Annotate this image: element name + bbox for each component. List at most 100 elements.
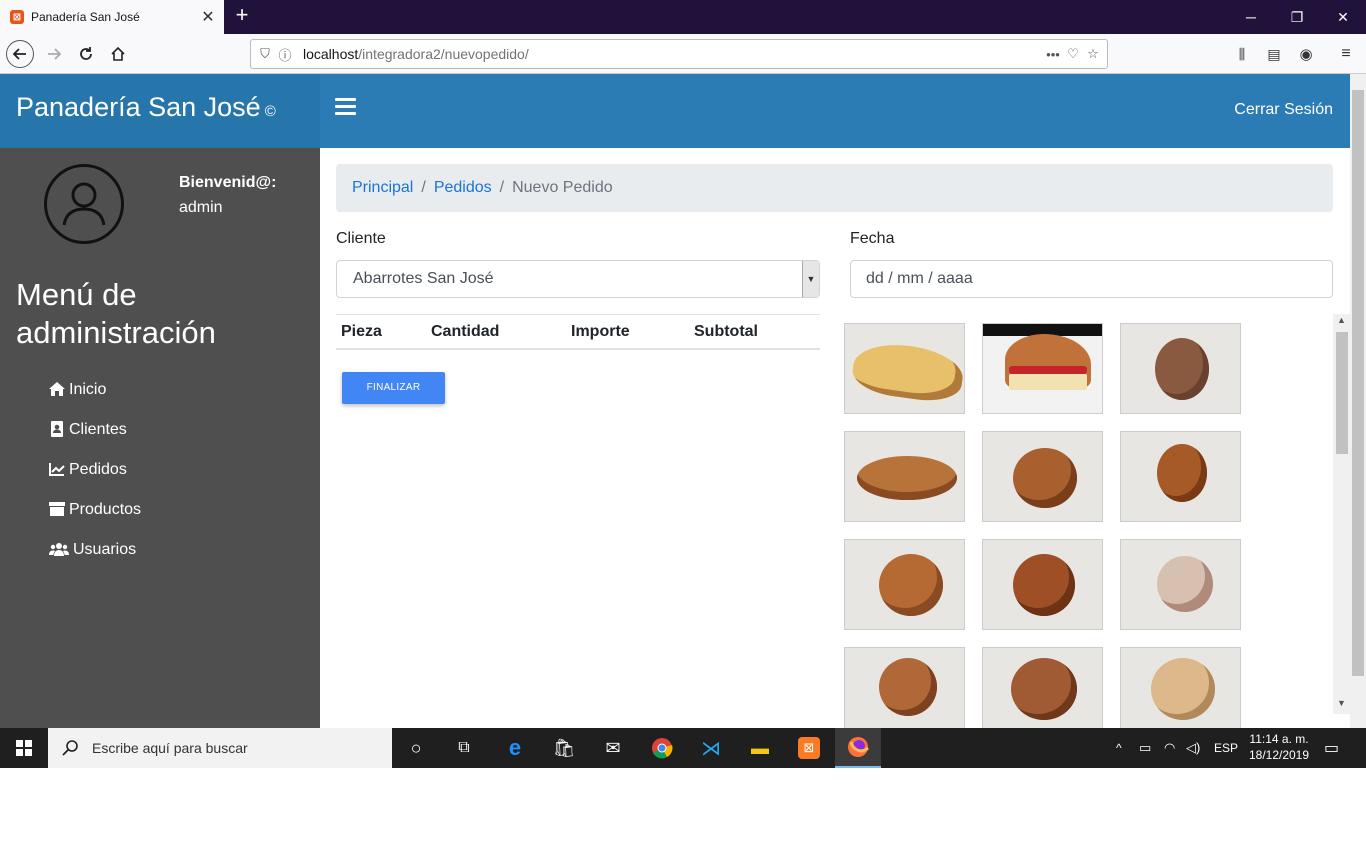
breadcrumb-principal[interactable]: Principal <box>352 179 413 197</box>
file-explorer-icon[interactable]: ▬ <box>746 734 774 762</box>
home-icon <box>48 381 66 399</box>
forward-button[interactable] <box>40 40 68 68</box>
language-indicator[interactable]: ESP <box>1214 728 1238 768</box>
breadcrumb: Principal / Pedidos / Nuevo Pedido <box>336 164 1333 212</box>
home-icon <box>111 46 125 61</box>
url-bar[interactable]: ⛉ ⓘ localhost/integradora2/nuevopedido/ … <box>250 39 1108 69</box>
product-image[interactable] <box>844 539 965 630</box>
chevron-down-icon[interactable]: ▼ <box>802 261 819 297</box>
sidebar-item-inicio[interactable]: Inicio <box>48 370 141 410</box>
address-book-icon <box>48 420 66 440</box>
xampp-icon[interactable]: ⊠ <box>795 734 823 762</box>
menu-icon[interactable]: ≡ <box>1332 40 1360 68</box>
order-table: Pieza Cantidad Importe Subtotal <box>336 314 820 350</box>
finalize-button[interactable]: FINALIZAR <box>342 372 445 404</box>
more-actions-icon[interactable]: ••• <box>1043 47 1063 62</box>
scroll-up-icon[interactable]: ▲ <box>1333 315 1350 331</box>
sidebar-item-clientes[interactable]: Clientes <box>48 410 141 450</box>
gallery-scrollbar-thumb[interactable] <box>1336 332 1348 454</box>
client-select[interactable]: Abarrotes San José ▼ <box>336 260 820 298</box>
vscode-icon[interactable]: ⋊ <box>697 734 725 762</box>
product-image[interactable] <box>982 323 1103 414</box>
close-window-button[interactable]: ✕ <box>1320 0 1366 34</box>
sidebar-item-productos[interactable]: Productos <box>48 490 141 530</box>
product-image[interactable] <box>1120 539 1241 630</box>
xampp-favicon-icon: ⊠ <box>10 10 24 24</box>
sidebar-item-label: Usuarios <box>73 541 137 558</box>
product-image[interactable] <box>844 431 965 522</box>
sidebar-item-usuarios[interactable]: Usuarios <box>48 530 141 570</box>
cortana-icon[interactable]: ○ <box>402 734 430 762</box>
brand[interactable]: Panadería San José © <box>0 74 320 148</box>
hamburger-menu-icon[interactable] <box>335 98 356 116</box>
tab-title: Panadería San José <box>31 10 140 24</box>
column-header-cantidad: Cantidad <box>431 323 500 340</box>
firefox-icon[interactable] <box>835 728 881 768</box>
clock-time: 11:14 a. m. <box>1249 732 1309 746</box>
browser-nav-bar: ⛉ ⓘ localhost/integradora2/nuevopedido/ … <box>0 34 1366 74</box>
logout-link[interactable]: Cerrar Sesión <box>1234 101 1333 119</box>
tab-close-icon[interactable]: ✕ <box>196 7 220 27</box>
home-button[interactable] <box>104 40 132 68</box>
sidebar: Bienvenid@: admin Menú de administración… <box>0 148 320 728</box>
tray-chevron-icon[interactable]: ^ <box>1116 728 1122 768</box>
breadcrumb-separator: / <box>421 179 426 196</box>
back-button[interactable] <box>6 40 34 68</box>
column-header-importe: Importe <box>571 323 630 340</box>
clock[interactable]: 11:14 a. m. 18/12/2019 <box>1244 731 1314 763</box>
product-image[interactable] <box>1120 431 1241 522</box>
brand-title: Panadería San José <box>16 92 261 122</box>
product-image[interactable] <box>1120 323 1241 414</box>
product-image[interactable] <box>844 323 965 414</box>
sidebar-item-pedidos[interactable]: Pedidos <box>48 450 141 490</box>
chart-line-icon <box>48 462 66 479</box>
library-icon[interactable]: ⫼ <box>1228 40 1256 68</box>
info-icon[interactable]: ⓘ <box>275 45 295 64</box>
url-text: localhost/integradora2/nuevopedido/ <box>303 46 529 62</box>
battery-icon[interactable]: ▭ <box>1139 728 1151 768</box>
shield-icon[interactable]: ⛉ <box>255 46 275 62</box>
search-placeholder: Escribe aquí para buscar <box>92 740 248 756</box>
bookmark-star-icon[interactable]: ☆ <box>1083 46 1103 62</box>
windows-start-icon[interactable] <box>0 728 48 768</box>
scroll-down-icon[interactable]: ▼ <box>1333 698 1350 714</box>
search-icon <box>62 740 78 756</box>
reload-button[interactable] <box>72 40 100 68</box>
breadcrumb-pedidos[interactable]: Pedidos <box>434 179 492 197</box>
column-header-subtotal: Subtotal <box>694 323 758 340</box>
product-image[interactable] <box>982 431 1103 522</box>
taskbar-search[interactable]: Escribe aquí para buscar <box>48 728 392 768</box>
account-icon[interactable]: ◉ <box>1292 40 1320 68</box>
product-image[interactable] <box>982 647 1103 738</box>
app-header: Panadería San José © Cerrar Sesión <box>0 74 1350 148</box>
product-image[interactable] <box>982 539 1103 630</box>
sidebar-menu: Inicio Clientes Pedidos Productos Usuari… <box>48 370 141 570</box>
product-image[interactable] <box>1120 647 1241 738</box>
sidebar-item-label: Productos <box>69 501 142 518</box>
chrome-icon[interactable] <box>648 734 676 762</box>
new-tab-button[interactable]: + <box>230 4 254 28</box>
store-icon[interactable]: 🛍 <box>550 734 578 762</box>
taskbar: Escribe aquí para buscar ○ ⧉ e 🛍 ✉ ⋊ ▬ ⊠… <box>0 728 1366 768</box>
breadcrumb-separator: / <box>499 179 505 196</box>
sidebar-toggle-icon[interactable]: ▤ <box>1260 40 1288 68</box>
notifications-icon[interactable]: ▭ <box>1324 728 1339 768</box>
menu-title: Menú de administración <box>16 277 216 350</box>
welcome-label: Bienvenid@: <box>179 174 277 191</box>
main-content: Principal / Pedidos / Nuevo Pedido Clien… <box>320 148 1350 738</box>
browser-tab-bar: ⊠ Panadería San José ✕ + ─ ❐ ✕ <box>0 0 1366 34</box>
mail-icon[interactable]: ✉ <box>599 734 627 762</box>
pocket-icon[interactable]: ♡ <box>1063 46 1083 62</box>
volume-icon[interactable]: ◁) <box>1186 728 1200 768</box>
task-view-icon[interactable]: ⧉ <box>450 734 478 762</box>
wifi-icon[interactable]: ◠ <box>1164 728 1175 768</box>
browser-tab[interactable]: ⊠ Panadería San José ✕ <box>0 0 224 34</box>
date-input[interactable]: dd / mm / aaaa <box>850 260 1333 298</box>
minimize-button[interactable]: ─ <box>1228 0 1274 34</box>
edge-icon[interactable]: e <box>501 734 529 762</box>
username: admin <box>179 199 223 216</box>
page-scrollbar-thumb[interactable] <box>1352 90 1364 676</box>
users-icon <box>48 542 70 559</box>
product-image[interactable] <box>844 647 965 738</box>
maximize-button[interactable]: ❐ <box>1274 0 1320 34</box>
